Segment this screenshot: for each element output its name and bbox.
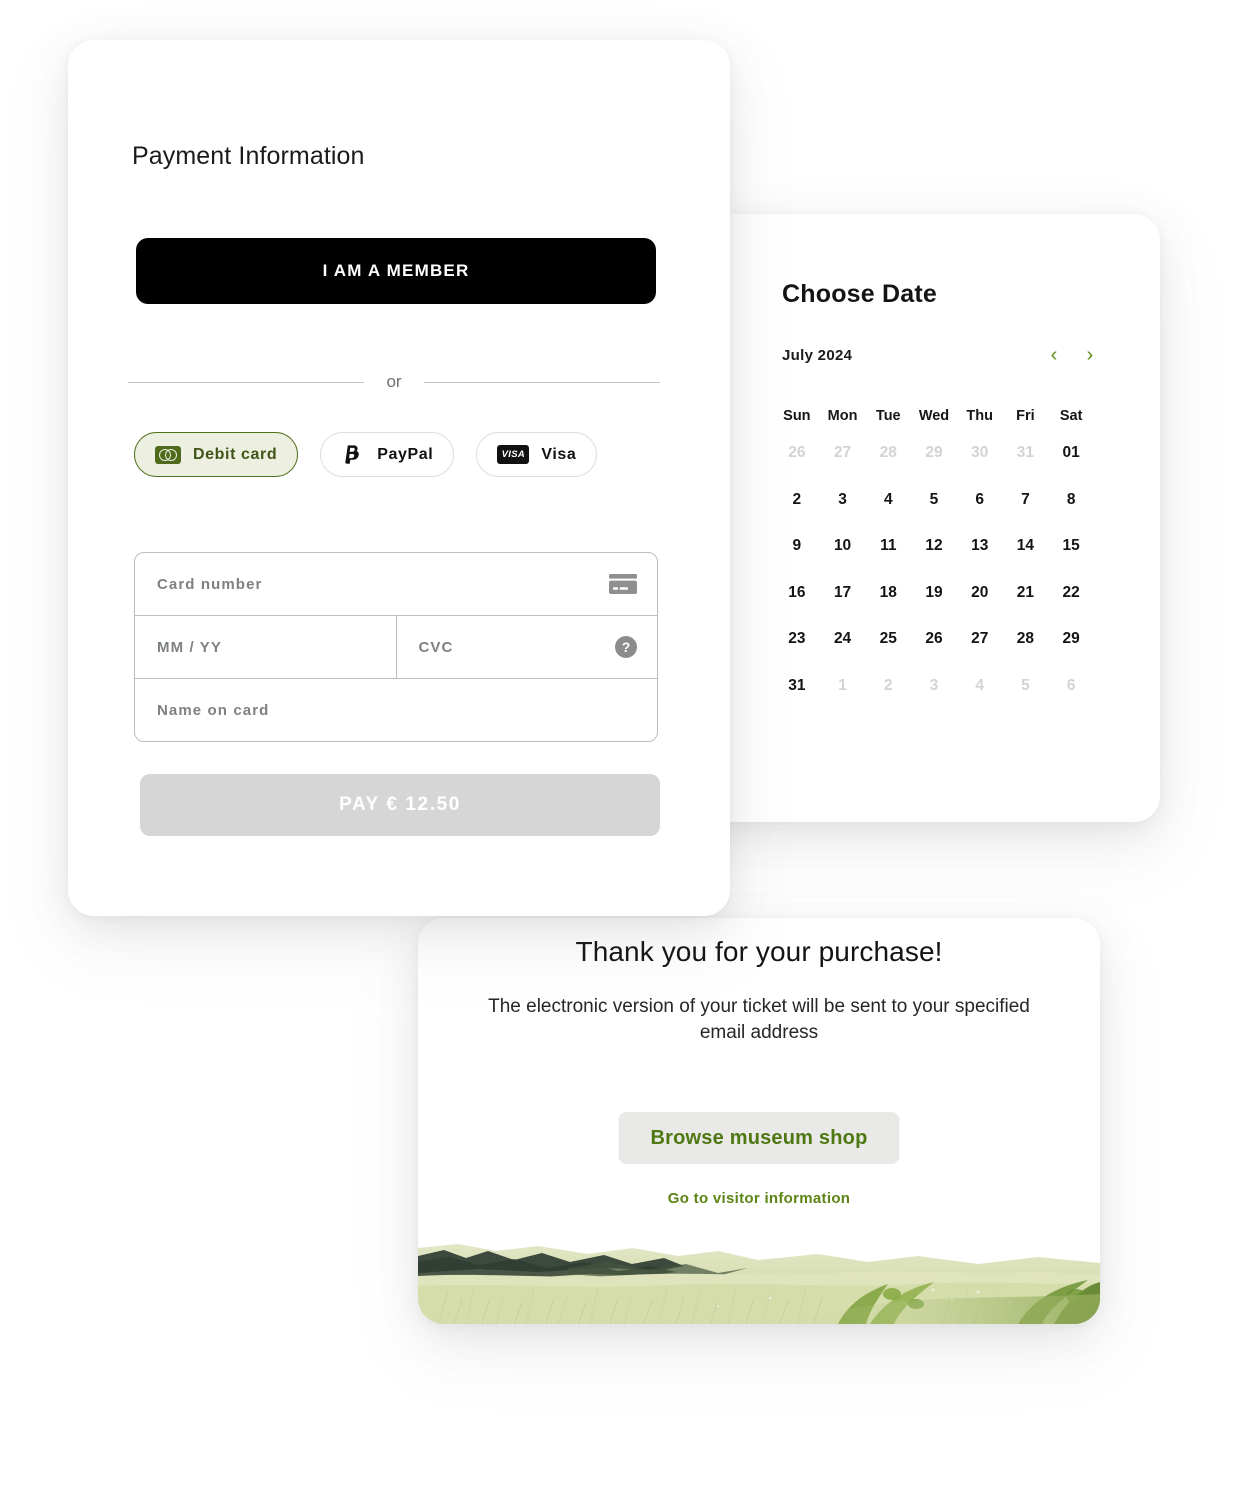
calendar-weekday-header: Sat	[1059, 408, 1083, 424]
divider-label: or	[386, 372, 402, 391]
thank-you-subtitle: The electronic version of your ticket wi…	[488, 996, 1030, 1043]
screen-root: Payment Information I AM A MEMBER or Deb…	[0, 0, 1258, 1510]
calendar-day[interactable]: 22	[1048, 570, 1094, 617]
payment-method-visa[interactable]: VISA Visa	[476, 432, 598, 477]
name-on-card-cell	[135, 679, 657, 741]
or-divider: or	[128, 370, 660, 394]
calendar-weekday-header: Thu	[966, 408, 993, 424]
calendar-day[interactable]: 7	[1003, 477, 1049, 524]
calendar-day[interactable]: 26	[911, 616, 957, 663]
calendar-nav: July 2024 ‹ ›	[782, 342, 1100, 368]
calendar-weekday-header: Mon	[827, 408, 858, 424]
calendar-day[interactable]: 11	[865, 523, 911, 570]
calendar-day[interactable]: 17	[820, 570, 866, 617]
card-details-form: ?	[134, 552, 658, 742]
calendar-arrows: ‹ ›	[1044, 344, 1100, 366]
divider-line-right	[423, 381, 660, 383]
browse-museum-shop-button[interactable]: Browse museum shop	[618, 1112, 900, 1164]
calendar-grid: Sun Mon Tue Wed Thu Fri Sat 26 27 28 29 30 31 01 2 3 4 5 6…	[774, 402, 1094, 709]
calendar-day[interactable]: 19	[911, 570, 957, 617]
calendar-day-outside-month: 5	[1021, 676, 1030, 694]
calendar-day-outside-month: 26	[788, 444, 806, 462]
calendar-month-label: July 2024	[782, 346, 853, 364]
calendar-day-outside-month: 2	[883, 676, 893, 694]
choose-date-card: Choose Date July 2024 ‹ › Sun Mon Tue Wed Th…	[700, 214, 1160, 822]
meadow-painting-image	[418, 1242, 1100, 1324]
calendar-day[interactable]: 31	[774, 663, 820, 710]
chevron-right-icon[interactable]: ›	[1080, 344, 1100, 366]
calendar-day[interactable]: 3	[820, 477, 866, 524]
thank-you-card: Thank you for your purchase! The electro…	[418, 918, 1100, 1324]
calendar-day[interactable]: 21	[1003, 570, 1049, 617]
payment-method-debit-card[interactable]: Debit card	[134, 432, 299, 477]
calendar-weekday-header: Fri	[1016, 408, 1035, 424]
calendar-title: Choose Date	[782, 280, 938, 308]
calendar-day[interactable]: 14	[1003, 523, 1049, 570]
paypal-icon	[341, 443, 365, 467]
cvc-input[interactable]	[418, 616, 635, 678]
calendar-day-outside-month: 3	[929, 676, 939, 694]
divider-line-left	[128, 381, 365, 383]
pay-button[interactable]: PAY € 12.50	[140, 774, 660, 836]
calendar-day[interactable]: 23	[774, 616, 820, 663]
credit-card-icon	[609, 574, 637, 594]
name-on-card-row	[135, 678, 657, 741]
card-number-row	[135, 553, 657, 615]
calendar-day[interactable]: 15	[1048, 523, 1094, 570]
visitor-information-link[interactable]: Go to visitor information	[418, 1190, 1100, 1207]
i-am-a-member-button[interactable]: I AM A MEMBER	[136, 238, 656, 304]
calendar-day[interactable]: 20	[957, 570, 1003, 617]
calendar-day[interactable]: 9	[774, 523, 820, 570]
calendar-day-outside-month: 30	[971, 444, 989, 462]
calendar-day[interactable]: 16	[774, 570, 820, 617]
calendar-day[interactable]: 29	[1048, 616, 1094, 663]
calendar-day[interactable]: 24	[820, 616, 866, 663]
calendar-weekday-header: Sun	[783, 408, 811, 424]
calendar-day[interactable]: 2	[774, 477, 820, 524]
page-title: Payment Information	[132, 142, 365, 170]
payment-method-options: Debit card PayPal VISA Visa	[134, 432, 598, 477]
expiry-cvc-row: ?	[135, 615, 657, 678]
calendar-day[interactable]: 10	[820, 523, 866, 570]
card-number-cell	[135, 553, 657, 615]
calendar-weekday-header: Tue	[875, 408, 901, 424]
thank-you-title: Thank you for your purchase!	[575, 936, 943, 967]
expiry-input[interactable]	[157, 616, 374, 678]
payment-method-paypal[interactable]: PayPal	[320, 432, 455, 477]
calendar-day[interactable]: 8	[1048, 477, 1094, 524]
payment-information-card: Payment Information I AM A MEMBER or Deb…	[68, 40, 730, 916]
card-number-input[interactable]	[157, 553, 635, 615]
calendar-day-outside-month: 29	[925, 444, 943, 462]
calendar-weekday-header: Wed	[918, 408, 950, 424]
calendar-day[interactable]: 12	[911, 523, 957, 570]
calendar-day[interactable]: 28	[1003, 616, 1049, 663]
calendar-day-outside-month: 1	[838, 676, 847, 694]
calendar-day[interactable]: 13	[957, 523, 1003, 570]
calendar-day-outside-month: 31	[1016, 444, 1035, 462]
calendar-day-outside-month: 6	[1066, 676, 1076, 694]
chevron-left-icon[interactable]: ‹	[1044, 344, 1064, 366]
calendar-day[interactable]: 18	[865, 570, 911, 617]
payment-method-label-paypal: PayPal	[377, 445, 434, 463]
calendar-day[interactable]: 01	[1048, 430, 1094, 477]
calendar-day[interactable]: 27	[957, 616, 1003, 663]
help-icon[interactable]: ?	[615, 636, 637, 658]
expiry-cell	[135, 616, 396, 678]
calendar-day[interactable]: 5	[911, 477, 957, 524]
calendar-day[interactable]: 4	[865, 477, 911, 524]
calendar-day-outside-month: 27	[833, 444, 852, 462]
visa-icon: VISA	[497, 445, 530, 464]
calendar-day[interactable]: 25	[865, 616, 911, 663]
calendar-day[interactable]: 6	[957, 477, 1003, 524]
calendar-day-outside-month: 4	[975, 676, 985, 694]
mastercard-icon	[155, 445, 181, 464]
calendar-day-outside-month: 28	[879, 444, 897, 462]
payment-method-label-debit-card: Debit card	[193, 445, 278, 463]
cvc-cell: ?	[395, 616, 658, 678]
name-on-card-input[interactable]	[157, 679, 635, 741]
payment-method-label-visa: Visa	[541, 445, 577, 463]
